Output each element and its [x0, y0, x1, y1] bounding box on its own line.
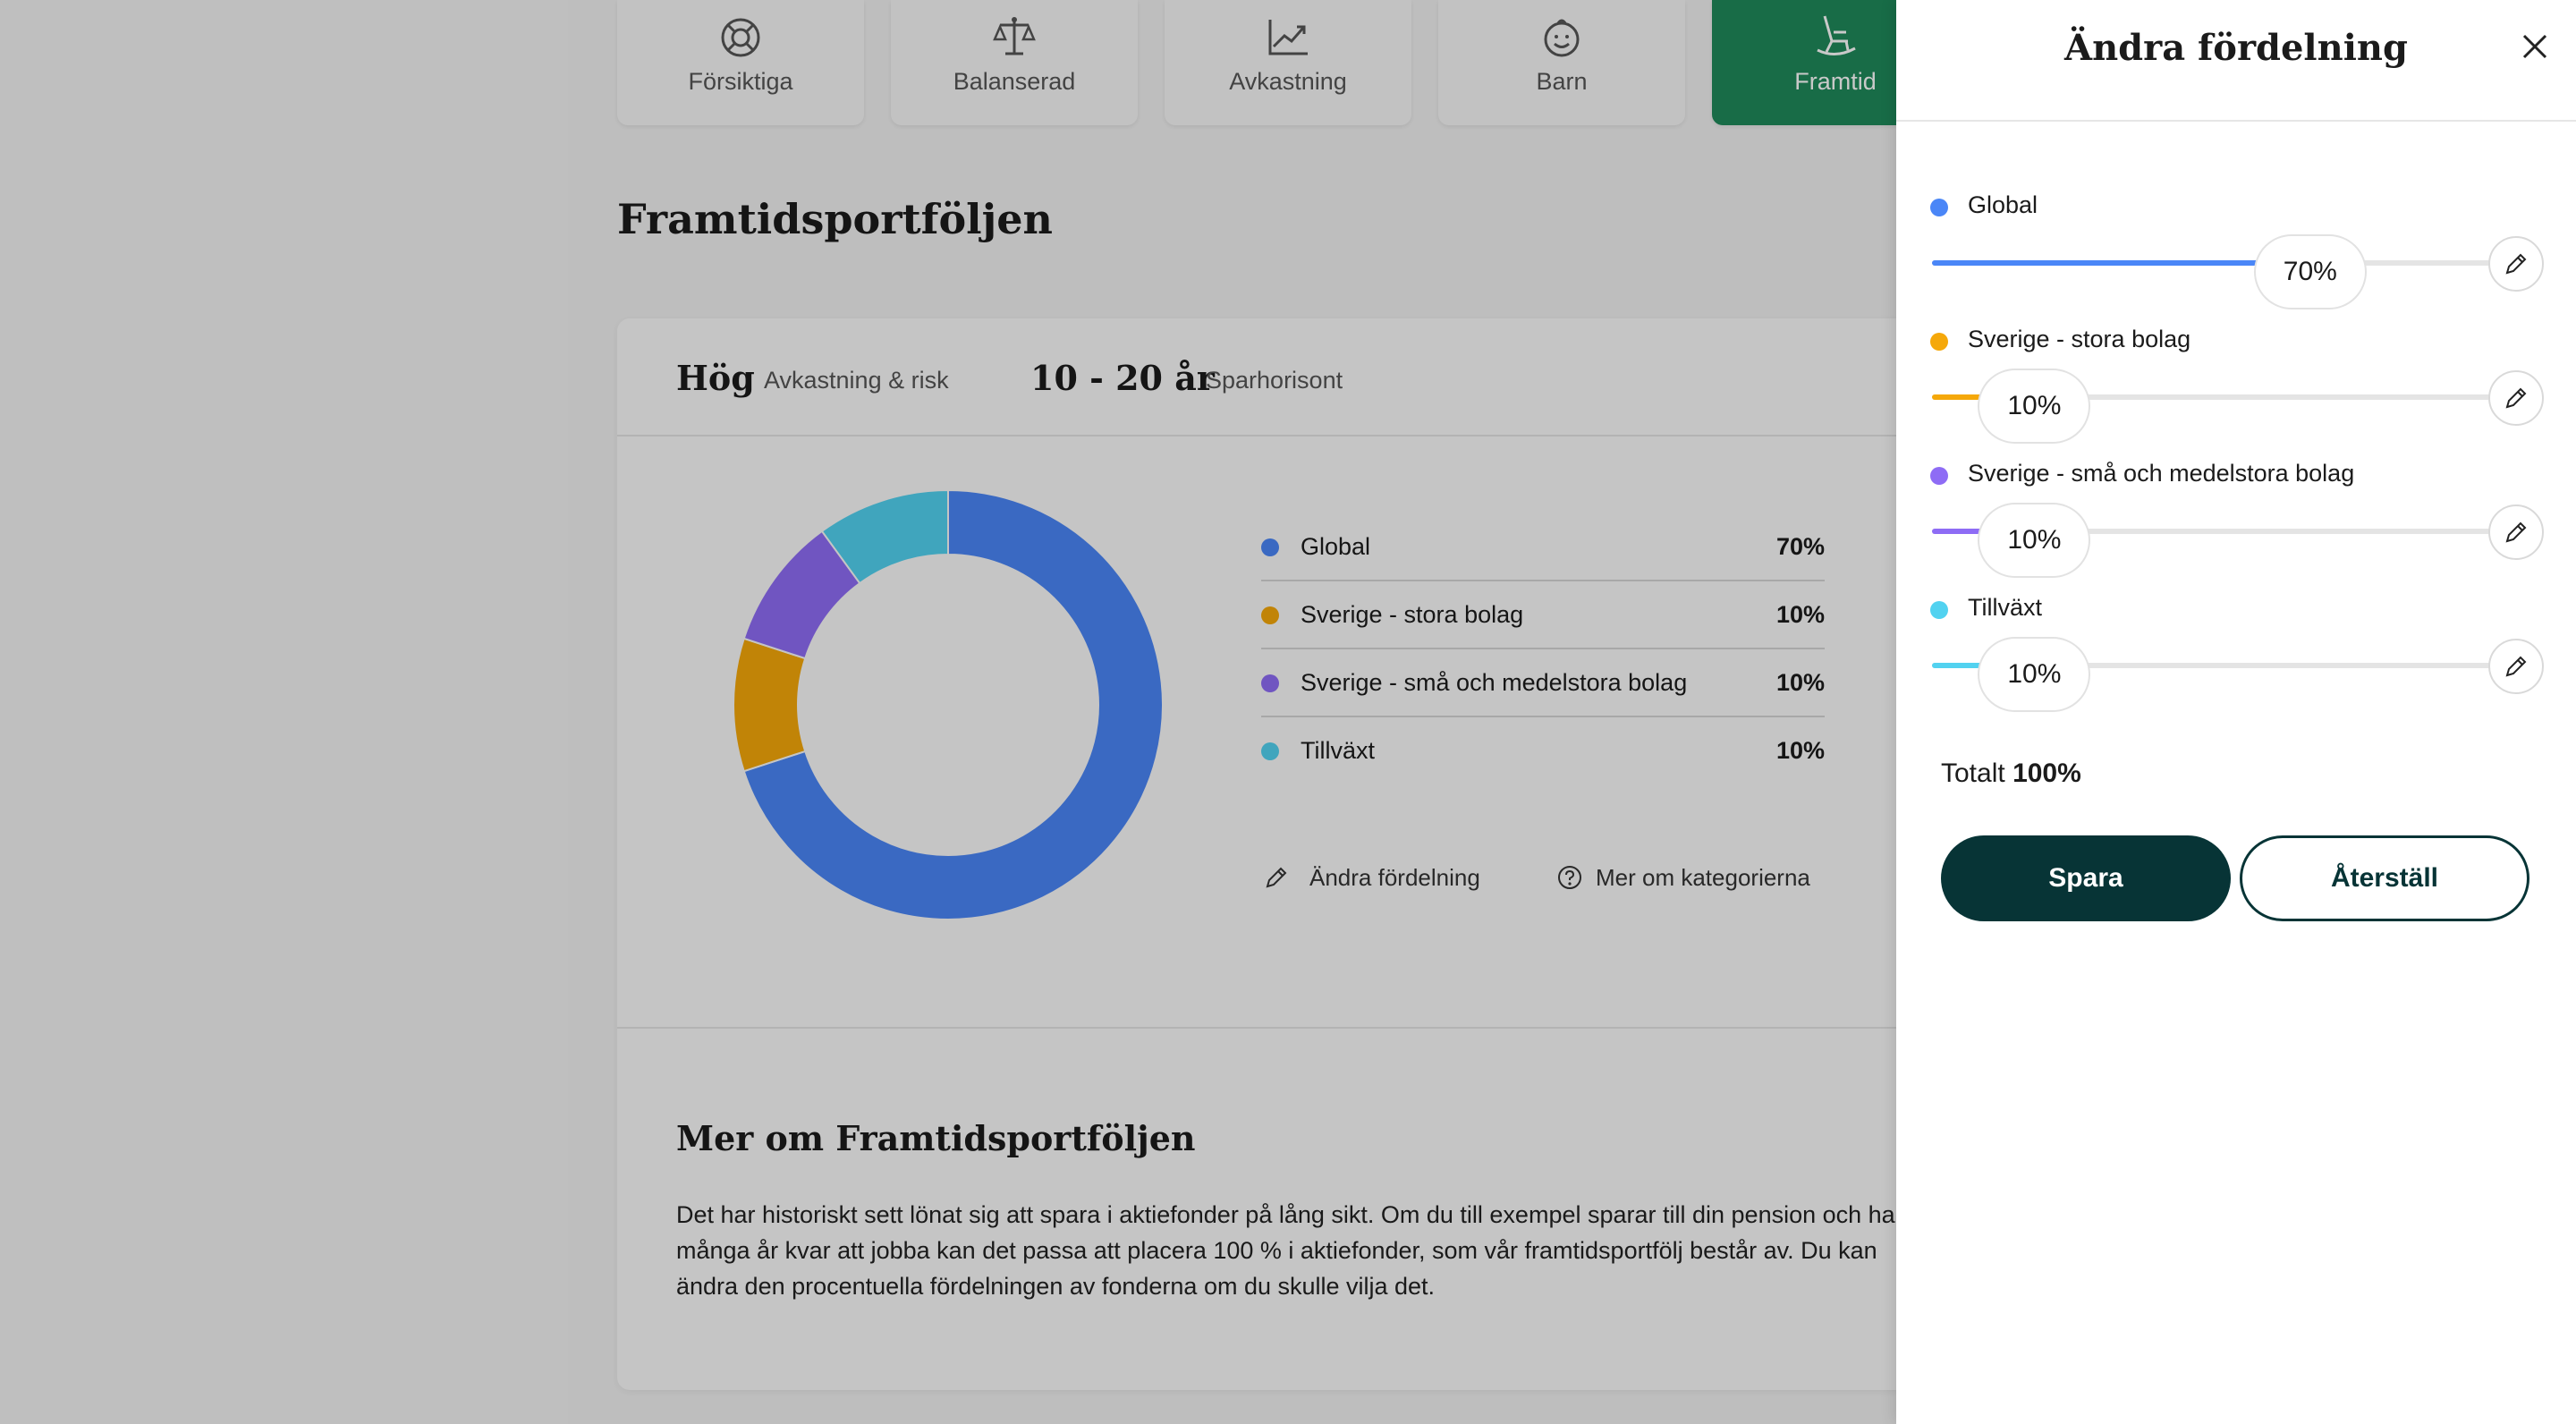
drawer-title: Ändra fördelning	[2064, 27, 2408, 69]
edit-value-button[interactable]	[2488, 370, 2544, 426]
allocation-name: Global	[1968, 191, 2038, 218]
allocation-slider-thumb[interactable]: 10%	[1978, 369, 2091, 444]
drawer-divider	[1896, 120, 2576, 122]
allocation-name: Tillväxt	[1968, 594, 2043, 621]
edit-value-button[interactable]	[2488, 236, 2544, 292]
allocation-slider-thumb[interactable]: 10%	[1978, 637, 2091, 712]
pencil-icon	[2505, 656, 2527, 677]
total-row: Totalt 100%	[1941, 759, 2081, 789]
allocation-sverige-sma: Sverige - små och medelstora bolag 10%	[1896, 447, 2576, 581]
pencil-icon	[2505, 253, 2527, 275]
allocation-name: Sverige - stora bolag	[1968, 326, 2191, 352]
allocation-dot	[1930, 333, 1948, 351]
edit-value-button[interactable]	[2488, 639, 2544, 694]
pencil-icon	[2505, 521, 2527, 543]
allocation-sverige-stora: Sverige - stora bolag 10%	[1896, 313, 2576, 447]
allocation-global: Global 70%	[1896, 179, 2576, 313]
pencil-icon	[2505, 387, 2527, 409]
allocation-dot	[1930, 199, 1948, 216]
allocation-dot	[1930, 601, 1948, 619]
save-button[interactable]: Spara	[1941, 835, 2231, 921]
allocation-name: Sverige - små och medelstora bolag	[1968, 460, 2355, 487]
edit-value-button[interactable]	[2488, 504, 2544, 560]
allocation-dot	[1930, 467, 1948, 485]
allocation-tillvaxt: Tillväxt 10%	[1896, 581, 2576, 716]
close-icon[interactable]	[2519, 30, 2551, 63]
edit-allocation-drawer: Ändra fördelning Global 70% Sverige - st…	[1896, 0, 2576, 1424]
allocation-slider-track[interactable]	[1932, 260, 2504, 266]
total-label: Totalt	[1941, 759, 2005, 788]
allocation-slider-fill	[1932, 260, 2275, 266]
total-value: 100%	[2012, 759, 2081, 788]
reset-button[interactable]: Återställ	[2240, 835, 2529, 921]
allocation-slider-thumb[interactable]: 10%	[1978, 503, 2091, 578]
allocation-slider-thumb[interactable]: 70%	[2253, 234, 2367, 309]
